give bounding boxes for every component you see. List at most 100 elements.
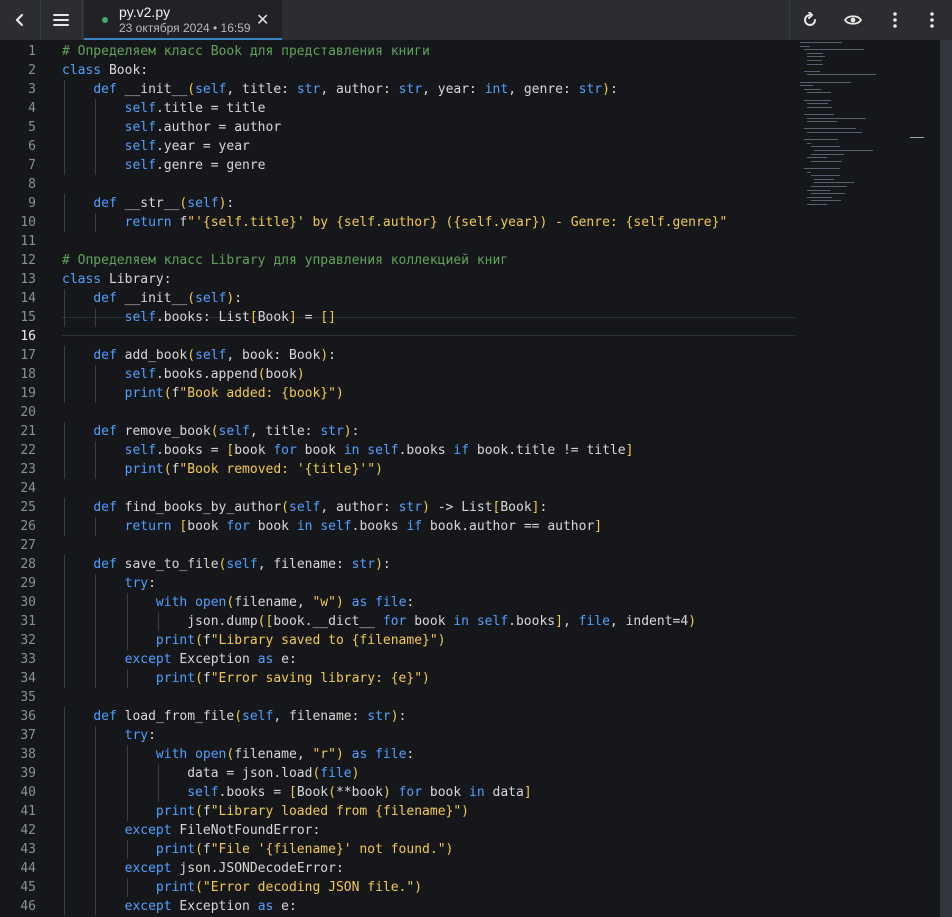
- code-line[interactable]: except FileNotFoundError:: [62, 821, 321, 840]
- code-line[interactable]: # Определяем класс Library для управлени…: [62, 251, 508, 270]
- line-number: 22: [20, 443, 36, 458]
- minimap-line: [803, 114, 835, 115]
- line-number: 2: [28, 63, 36, 78]
- line-number: 29: [20, 576, 36, 591]
- refresh-button[interactable]: [790, 0, 830, 40]
- code-line[interactable]: print(f"Book added: {book}"): [62, 384, 344, 403]
- code-line[interactable]: class Library:: [62, 270, 172, 289]
- code-line[interactable]: def __init__(self, title: str, author: s…: [62, 80, 617, 99]
- code-line[interactable]: with open(filename, "r") as file:: [62, 745, 414, 764]
- close-icon[interactable]: ✕: [256, 10, 269, 30]
- code-line[interactable]: try:: [62, 574, 156, 593]
- line-number: 15: [20, 310, 36, 325]
- code-line[interactable]: self.year = year: [62, 137, 250, 156]
- code-line[interactable]: print(f"Library loaded from {filename}"): [62, 802, 469, 821]
- line-number: 28: [20, 557, 36, 572]
- minimap-line: [807, 92, 832, 94]
- code-line[interactable]: def add_book(self, book: Book):: [62, 346, 336, 365]
- line-number: 9: [28, 196, 36, 211]
- tab-file[interactable]: py.v2.py 23 октября 2024 • 16:59 ✕: [84, 0, 282, 40]
- code-line[interactable]: self.books = [book for book in self.book…: [62, 441, 634, 460]
- code-line[interactable]: self.title = title: [62, 99, 266, 118]
- line-number: 31: [20, 614, 36, 629]
- back-button[interactable]: [0, 0, 40, 40]
- minimap-line: [807, 121, 837, 123]
- code-line[interactable]: self.books: List[Book] = []: [62, 308, 336, 327]
- code-line[interactable]: except Exception as e:: [62, 897, 297, 916]
- line-number: 25: [20, 500, 36, 515]
- code-line[interactable]: class Book:: [62, 61, 148, 80]
- line-number: 39: [20, 766, 36, 781]
- minimap-line: [803, 128, 856, 130]
- code-line[interactable]: with open(filename, "w") as file:: [62, 593, 414, 612]
- line-number: 18: [20, 367, 36, 382]
- code-line[interactable]: print(f"Book removed: '{title}'"): [62, 460, 383, 479]
- line-number: 7: [28, 158, 36, 173]
- minimap-line: [807, 117, 866, 119]
- line-number: 10: [20, 215, 36, 230]
- minimap-line: [814, 178, 835, 180]
- code-line[interactable]: return f"'{self.title}' by {self.author}…: [62, 213, 728, 232]
- code-line[interactable]: except json.JSONDecodeError:: [62, 859, 344, 878]
- minimap-line: [803, 99, 832, 101]
- minimap-line: [810, 200, 842, 202]
- code-line[interactable]: def __str__(self):: [62, 194, 234, 213]
- code-line[interactable]: data = json.load(file): [62, 764, 359, 783]
- minimap-line: [807, 103, 828, 105]
- minimap-line: [807, 132, 863, 133]
- code-line[interactable]: except Exception as e:: [62, 650, 297, 669]
- code-area[interactable]: # Определяем класс Book для представлени…: [62, 40, 802, 917]
- tab-subtitle: 23 октября 2024 • 16:59: [119, 21, 251, 35]
- code-line[interactable]: print(f"Error saving library: {e}"): [62, 669, 430, 688]
- minimap-line: [807, 63, 824, 65]
- code-line[interactable]: def find_books_by_author(self, author: s…: [62, 498, 547, 517]
- hamburger-icon: [53, 14, 69, 26]
- minimap-line: [803, 88, 821, 90]
- minimap-line: [800, 81, 852, 83]
- modified-dot-icon: [102, 17, 108, 23]
- minimap-line: [807, 189, 830, 191]
- minimap-line: [800, 85, 813, 87]
- menu-button[interactable]: [41, 0, 81, 40]
- line-number: 30: [20, 595, 36, 610]
- preview-button[interactable]: [833, 0, 873, 40]
- line-number: 45: [20, 880, 36, 895]
- minimap-line: [807, 60, 822, 61]
- code-line[interactable]: def save_to_file(self, filename: str):: [62, 555, 390, 574]
- more2-button[interactable]: [912, 0, 952, 40]
- line-number: 20: [20, 405, 36, 420]
- minimap-line: [807, 56, 826, 58]
- minimap-line: [814, 182, 854, 184]
- more-button[interactable]: [875, 0, 915, 40]
- code-line[interactable]: print(f"File '{filename}' not found."): [62, 840, 453, 859]
- code-line[interactable]: def remove_book(self, title: str):: [62, 422, 359, 441]
- line-number: 17: [20, 348, 36, 363]
- code-line[interactable]: self.genre = genre: [62, 156, 266, 175]
- minimap-line: [803, 70, 820, 72]
- line-number: 11: [20, 234, 36, 249]
- code-line[interactable]: print(f"Library saved to {filename}"): [62, 631, 446, 650]
- minimap[interactable]: [800, 40, 910, 917]
- line-number: 46: [20, 899, 36, 914]
- scrollbar-thumb[interactable]: [940, 40, 952, 917]
- code-line[interactable]: self.books = [Book(**book) for book in d…: [62, 783, 531, 802]
- code-line[interactable]: print("Error decoding JSON file."): [62, 878, 422, 897]
- line-number: 6: [28, 139, 36, 154]
- code-line[interactable]: json.dump([book.__dict__ for book in sel…: [62, 612, 696, 631]
- code-line[interactable]: # Определяем класс Book для представлени…: [62, 42, 430, 61]
- line-number: 21: [20, 424, 36, 439]
- code-editor[interactable]: 1 2 3 4 5 6 7 8 9 10 11 12 13 14 15 16 17 18 19 20 21 22 23 24 2…: [0, 40, 952, 917]
- code-line[interactable]: def load_from_file(self, filename: str):: [62, 707, 406, 726]
- code-line[interactable]: self.books.append(book): [62, 365, 305, 384]
- code-line[interactable]: return [book for book in self.books if b…: [62, 517, 602, 536]
- minimap-line: [807, 52, 824, 54]
- line-number: 33: [20, 652, 36, 667]
- code-line[interactable]: try:: [62, 726, 156, 745]
- code-line[interactable]: self.author = author: [62, 118, 282, 137]
- line-number: 42: [20, 823, 36, 838]
- line-number: 3: [28, 82, 36, 97]
- line-number: 35: [20, 690, 36, 705]
- minimap-line: [803, 139, 838, 141]
- code-line[interactable]: def __init__(self):: [62, 289, 242, 308]
- scrollbar[interactable]: [910, 40, 952, 917]
